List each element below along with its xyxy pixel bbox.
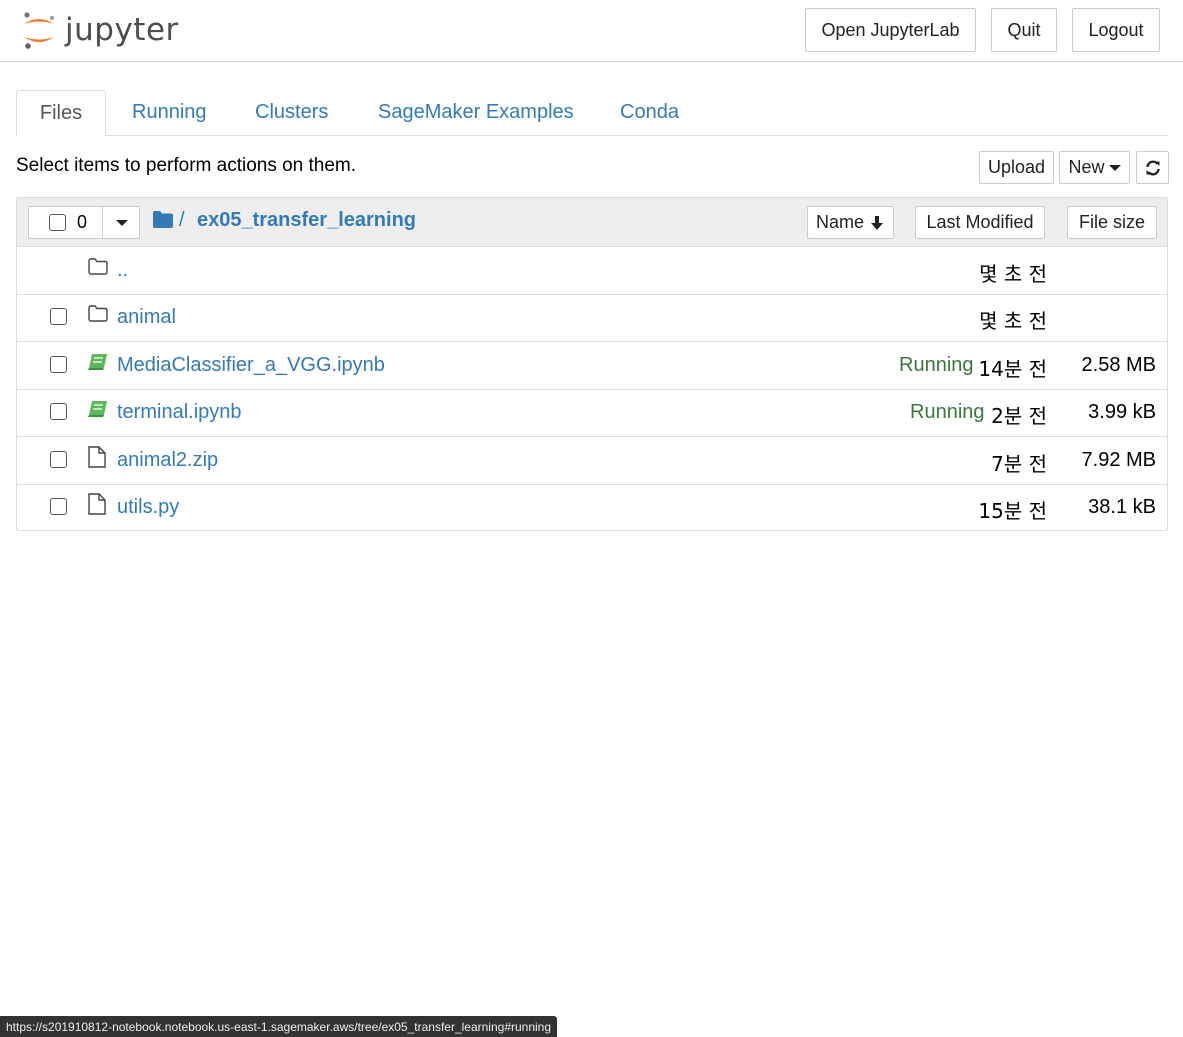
tab-bar: Files Running Clusters SageMaker Example… — [16, 90, 1168, 136]
tab-running[interactable]: Running — [132, 90, 207, 135]
breadcrumb-separator: / — [179, 209, 185, 231]
folder-outline-icon — [88, 258, 108, 275]
file-list: 0 / ex05_transfer_learning Name Last Mod… — [16, 197, 1168, 531]
item-size: 3.99 kB — [1088, 401, 1156, 423]
sort-last-modified-button[interactable]: Last Modified — [915, 206, 1045, 239]
file-list-header: 0 / ex05_transfer_learning Name Last Mod… — [17, 198, 1167, 247]
item-name[interactable]: animal — [117, 306, 176, 329]
notebook-icon — [88, 354, 107, 370]
selection-hint: Select items to perform actions on them. — [16, 155, 357, 176]
file-icon — [88, 446, 106, 468]
select-dropdown-button[interactable] — [103, 207, 140, 238]
item-modified: 15분 전 — [978, 499, 1047, 523]
folder-icon[interactable] — [153, 211, 173, 228]
sort-name-label: Name — [815, 212, 864, 232]
open-jupyterlab-button[interactable]: Open JupyterLab — [805, 8, 976, 52]
jupyter-logo-icon — [24, 12, 55, 49]
item-modified: 14분 전 — [978, 357, 1047, 381]
item-size: 38.1 kB — [1088, 496, 1156, 518]
tab-files[interactable]: Files — [16, 90, 106, 136]
list-item-parent[interactable]: .. 몇 초 전 — [17, 247, 1167, 295]
item-name[interactable]: .. — [117, 259, 128, 282]
status-url-tooltip: https://s201910812-notebook.notebook.us-… — [0, 1016, 558, 1037]
item-checkbox[interactable] — [50, 308, 67, 325]
item-modified: 2분 전 — [991, 404, 1047, 428]
item-name[interactable]: MediaClassifier_a_VGG.ipynb — [117, 354, 385, 377]
sort-name-button[interactable]: Name — [807, 206, 894, 239]
caret-down-icon — [1108, 164, 1121, 171]
logout-button[interactable]: Logout — [1072, 8, 1160, 52]
jupyter-logo[interactable]: jupyter — [21, 10, 179, 50]
running-indicator: Running — [910, 401, 985, 423]
refresh-button[interactable] — [1136, 151, 1169, 184]
item-checkbox[interactable] — [50, 498, 67, 515]
tab-conda[interactable]: Conda — [620, 90, 679, 135]
notebook-icon — [88, 401, 107, 417]
list-item[interactable]: utils.py 15분 전 38.1 kB — [17, 484, 1167, 531]
quit-button[interactable]: Quit — [991, 8, 1057, 52]
list-item[interactable]: animal 몇 초 전 — [17, 294, 1167, 342]
item-size: 7.92 MB — [1081, 449, 1156, 471]
item-modified: 몇 초 전 — [979, 262, 1047, 286]
list-item[interactable]: animal2.zip 7분 전 7.92 MB — [17, 437, 1167, 485]
folder-outline-icon — [88, 305, 108, 322]
breadcrumb-folder[interactable]: ex05_transfer_learning — [197, 209, 416, 232]
item-checkbox[interactable] — [50, 451, 67, 468]
header: jupyter Open JupyterLab Quit Logout — [0, 0, 1183, 62]
refresh-icon — [1145, 159, 1160, 176]
file-icon — [88, 493, 106, 515]
running-indicator: Running — [899, 354, 974, 376]
item-modified: 7분 전 — [991, 452, 1047, 476]
item-name[interactable]: terminal.ipynb — [117, 401, 242, 424]
select-all-group: 0 — [28, 206, 140, 239]
item-modified: 몇 초 전 — [979, 309, 1047, 333]
list-item[interactable]: MediaClassifier_a_VGG.ipynb Running 14분 … — [17, 342, 1167, 390]
list-item[interactable]: terminal.ipynb Running 2분 전 3.99 kB — [17, 389, 1167, 437]
item-name[interactable]: utils.py — [117, 496, 179, 519]
upload-button[interactable]: Upload — [979, 151, 1054, 184]
tab-clusters[interactable]: Clusters — [255, 90, 328, 135]
select-all-checkbox[interactable] — [49, 214, 66, 231]
tab-sagemaker-examples[interactable]: SageMaker Examples — [378, 90, 574, 135]
arrow-down-icon — [871, 215, 883, 230]
new-dropdown-button[interactable]: New — [1059, 151, 1130, 184]
item-checkbox[interactable] — [50, 356, 67, 373]
item-checkbox[interactable] — [50, 403, 67, 420]
item-name[interactable]: animal2.zip — [117, 449, 218, 472]
selected-count: 0 — [77, 212, 88, 232]
logo-text: jupyter — [65, 12, 179, 48]
new-label: New — [1068, 157, 1105, 177]
item-size: 2.58 MB — [1081, 354, 1156, 376]
sort-file-size-button[interactable]: File size — [1067, 206, 1157, 239]
caret-down-icon — [115, 219, 128, 226]
